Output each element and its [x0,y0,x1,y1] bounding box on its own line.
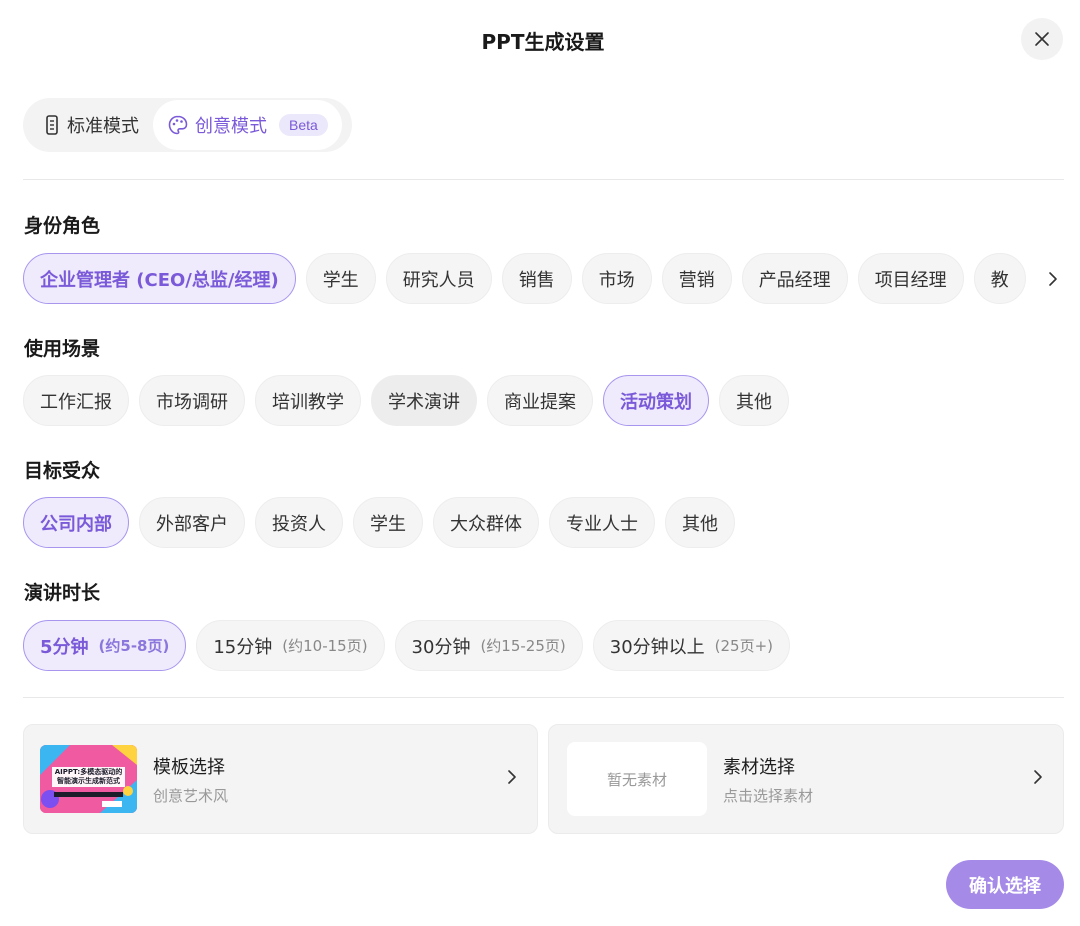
role-chip-project-manager[interactable]: 项目经理 [857,253,964,304]
role-chip-researcher[interactable]: 研究人员 [385,253,492,304]
role-chip-student[interactable]: 学生 [305,253,376,304]
audience-chip-external-clients[interactable]: 外部客户 [139,497,245,548]
standard-mode-tab[interactable]: 标准模式 [27,100,153,150]
template-thumbnail-text: AIPPT:多模态驱动的智能演示生成新范式 [54,768,123,785]
duration-main-label: 15分钟 [213,636,273,658]
mode-switch: 标准模式 创意模式 Beta [23,98,352,152]
duration-section-label: 演讲时长 [24,582,101,604]
role-chip-product-manager[interactable]: 产品经理 [741,253,848,304]
dialog-title: PPT生成设置 [481,30,605,54]
creative-mode-tab[interactable]: 创意模式 Beta [153,100,342,150]
material-select-card[interactable]: 暂无素材 素材选择 点击选择素材 [548,724,1064,834]
chevron-right-icon [508,770,516,784]
duration-main-label: 5分钟 [40,636,89,658]
audience-chip-investors[interactable]: 投资人 [255,497,343,548]
role-section-label: 身份角色 [24,215,101,237]
template-thumbnail: AIPPT:多模态驱动的智能演示生成新范式 [40,745,137,813]
scenario-section-label: 使用场景 [24,338,101,360]
duration-chip-15min[interactable]: 15分钟 (约10-15页) [196,620,385,671]
scenario-options: 工作汇报 市场调研 培训教学 学术演讲 商业提案 活动策划 其他 [23,375,789,426]
role-chip-market[interactable]: 市场 [581,253,652,304]
material-empty-placeholder: 暂无素材 [567,742,707,816]
document-icon [46,115,58,135]
close-button[interactable] [1021,18,1063,60]
duration-sub-label: (约15-25页) [480,637,566,655]
chevron-right-icon [1034,770,1042,784]
duration-chip-5min[interactable]: 5分钟 (约5-8页) [23,620,187,671]
chevron-right-icon [1049,271,1057,286]
audience-chip-other[interactable]: 其他 [665,497,735,548]
audience-chip-internal[interactable]: 公司内部 [23,497,129,548]
beta-badge: Beta [279,114,328,136]
duration-main-label: 30分钟以上 [609,636,705,658]
audience-chip-general-public[interactable]: 大众群体 [433,497,539,548]
audience-chip-students[interactable]: 学生 [353,497,423,548]
duration-options: 5分钟 (约5-8页) 15分钟 (约10-15页) 30分钟 (约15-25页… [23,620,791,671]
role-options-scroller: 企业管理者 (CEO/总监/经理) 学生 研究人员 销售 市场 营销 产品经理 … [23,253,1064,304]
scenario-chip-training[interactable]: 培训教学 [255,375,361,426]
role-chip-sales[interactable]: 销售 [501,253,572,304]
duration-sub-label: (约10-15页) [282,637,368,655]
duration-chip-30min[interactable]: 30分钟 (约15-25页) [394,620,583,671]
scenario-chip-academic[interactable]: 学术演讲 [371,375,477,426]
audience-section-label: 目标受众 [24,460,101,482]
duration-sub-label: (25页+) [714,637,774,655]
palette-icon [168,115,188,135]
role-chip-teacher[interactable]: 教 [973,253,1026,304]
role-chip-marketing[interactable]: 营销 [661,253,732,304]
audience-chip-professionals[interactable]: 专业人士 [549,497,655,548]
scenario-chip-event-planning[interactable]: 活动策划 [603,375,709,426]
scenario-chip-work-report[interactable]: 工作汇报 [23,375,129,426]
scenario-chip-market-research[interactable]: 市场调研 [139,375,245,426]
duration-chip-30min-plus[interactable]: 30分钟以上 (25页+) [592,620,791,671]
audience-options: 公司内部 外部客户 投资人 学生 大众群体 专业人士 其他 [23,497,735,548]
scroll-right-button[interactable] [1024,253,1064,304]
role-options: 企业管理者 (CEO/总监/经理) 学生 研究人员 销售 市场 营销 产品经理 … [23,253,1064,304]
creative-mode-label: 创意模式 [195,116,267,137]
divider [23,697,1064,698]
role-chip-manager[interactable]: 企业管理者 (CEO/总监/经理) [23,253,296,304]
scenario-chip-other[interactable]: 其他 [719,375,789,426]
standard-mode-label: 标准模式 [67,116,139,137]
template-select-card[interactable]: AIPPT:多模态驱动的智能演示生成新范式 模板选择 创意艺术风 [23,724,538,834]
template-card-subtitle: 创意艺术风 [153,786,229,805]
divider [23,179,1064,180]
scenario-chip-business-proposal[interactable]: 商业提案 [487,375,593,426]
duration-sub-label: (约5-8页) [98,637,170,655]
close-icon [1035,32,1049,46]
material-card-subtitle: 点击选择素材 [723,786,814,805]
material-card-title: 素材选择 [723,756,795,778]
template-card-title: 模板选择 [153,756,225,778]
confirm-button[interactable]: 确认选择 [946,860,1064,909]
duration-main-label: 30分钟 [411,636,471,658]
